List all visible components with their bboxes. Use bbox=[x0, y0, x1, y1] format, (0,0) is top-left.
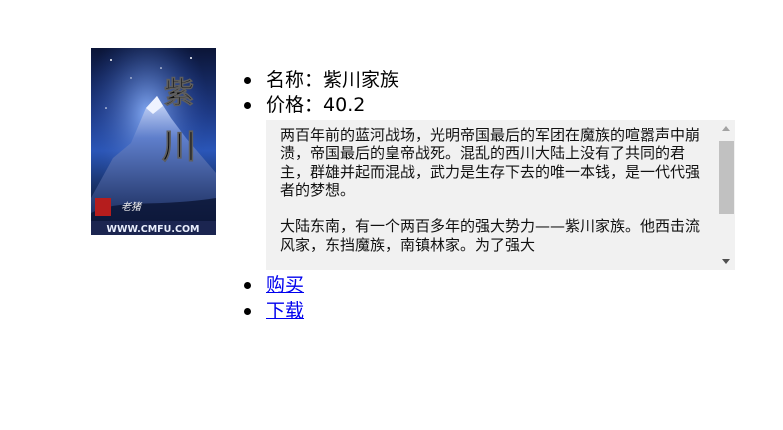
scroll-up-arrow-icon[interactable] bbox=[718, 120, 735, 137]
buy-item: 购买 bbox=[243, 272, 304, 298]
bullet-icon bbox=[244, 77, 251, 84]
cover-watermark: WWW.CMFU.COM bbox=[106, 224, 199, 235]
cover-author-text: 老猪 bbox=[121, 201, 143, 213]
cover-title-glyph-1: 紫 bbox=[164, 76, 194, 111]
book-description-text: 两百年前的蓝河战场，光明帝国最后的军团在魔族的喧嚣声中崩溃，帝国最后的皇帝战死。… bbox=[280, 126, 701, 254]
page: 老猪 紫 川 WWW.CMFU.COM 名称：紫川家族 价格：40.2 两百年前… bbox=[0, 0, 783, 430]
description-scrollbar[interactable] bbox=[718, 120, 735, 270]
scroll-thumb[interactable] bbox=[719, 141, 734, 214]
cover-title-glyph-2: 川 bbox=[162, 127, 196, 167]
book-cover-image: 老猪 紫 川 WWW.CMFU.COM bbox=[91, 48, 216, 235]
book-price-value: 40.2 bbox=[323, 94, 366, 116]
book-name-item: 名称：紫川家族 bbox=[243, 68, 399, 93]
bullet-icon bbox=[244, 282, 251, 289]
bullet-icon bbox=[244, 102, 251, 109]
book-description-box[interactable]: 两百年前的蓝河战场，光明帝国最后的军团在魔族的喧嚣声中崩溃，帝国最后的皇帝战死。… bbox=[266, 120, 735, 270]
book-cover-art: 老猪 紫 川 WWW.CMFU.COM bbox=[91, 48, 216, 235]
book-info-list: 名称：紫川家族 价格：40.2 bbox=[243, 68, 399, 118]
scroll-down-arrow-icon[interactable] bbox=[718, 253, 735, 270]
book-price-label: 价格： bbox=[266, 94, 324, 116]
book-name-value: 紫川家族 bbox=[323, 69, 400, 91]
bullet-icon bbox=[244, 308, 251, 315]
download-link[interactable]: 下载 bbox=[266, 300, 304, 322]
book-name-label: 名称： bbox=[266, 69, 324, 91]
buy-link[interactable]: 购买 bbox=[266, 274, 304, 296]
download-item: 下载 bbox=[243, 298, 304, 324]
book-price-item: 价格：40.2 bbox=[243, 93, 399, 118]
action-links-list: 购买 下载 bbox=[243, 272, 304, 324]
